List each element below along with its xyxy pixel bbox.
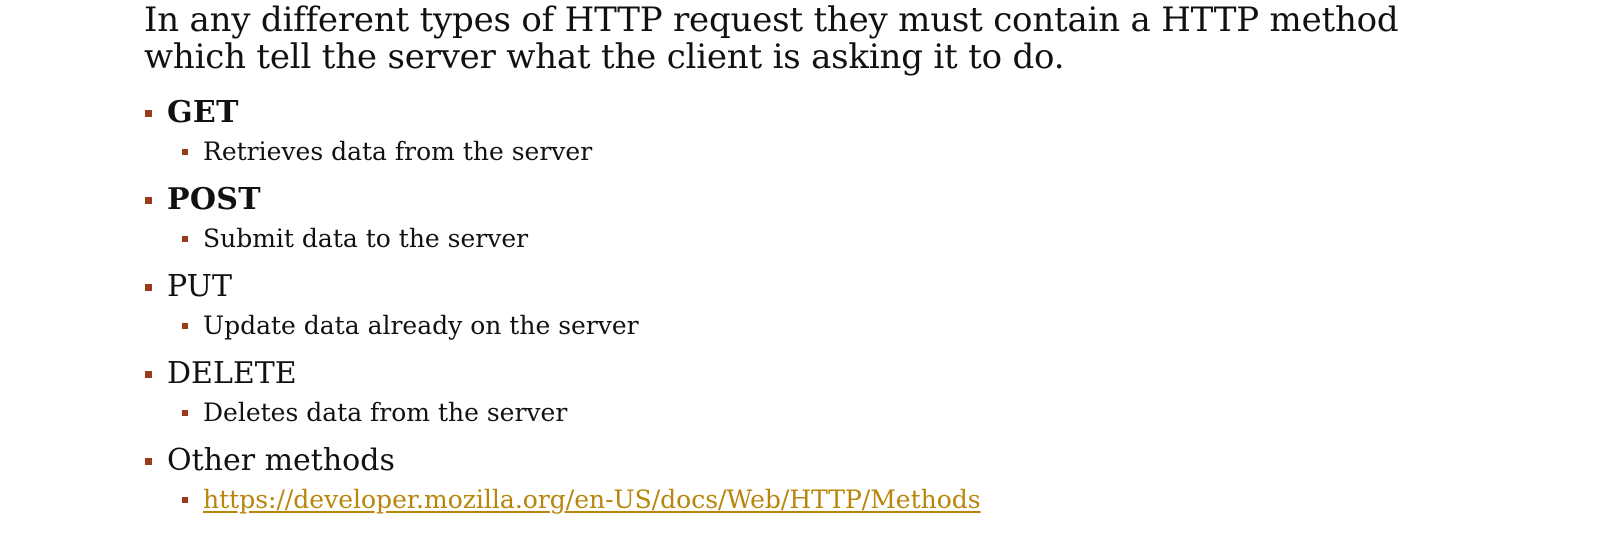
method-heading: GET	[143, 91, 1443, 135]
method-description: Update data already on the server	[143, 309, 1443, 343]
method-heading: PUT	[143, 265, 1443, 309]
method-name: Other methods	[167, 443, 395, 478]
square-bullet-icon	[145, 371, 152, 378]
method-name: GET	[167, 95, 239, 130]
square-bullet-icon	[145, 458, 152, 465]
square-bullet-icon	[182, 323, 188, 329]
mdn-methods-link[interactable]: https://developer.mozilla.org/en-US/docs…	[203, 485, 981, 514]
square-bullet-icon	[145, 284, 152, 291]
method-description: Retrieves data from the server	[143, 135, 1443, 169]
method-post: POST Submit data to the server	[143, 178, 1443, 265]
method-heading: POST	[143, 178, 1443, 222]
method-description-text: Submit data to the server	[203, 224, 529, 253]
square-bullet-icon	[182, 497, 188, 503]
method-description: https://developer.mozilla.org/en-US/docs…	[143, 483, 1443, 517]
method-put: PUT Update data already on the server	[143, 265, 1443, 352]
http-methods-list: GET Retrieves data from the server POST …	[143, 91, 1443, 526]
intro-line-1: In any different types of HTTP request t…	[144, 0, 1399, 40]
intro-text: In any different types of HTTP request t…	[144, 2, 1444, 76]
method-name: POST	[167, 182, 261, 217]
method-description: Deletes data from the server	[143, 396, 1443, 430]
square-bullet-icon	[182, 410, 188, 416]
method-description-text: Deletes data from the server	[203, 398, 568, 427]
method-heading: Other methods	[143, 439, 1443, 483]
method-name: DELETE	[167, 356, 297, 391]
intro-line-2: which tell the server what the client is…	[144, 37, 1065, 77]
square-bullet-icon	[145, 197, 152, 204]
square-bullet-icon	[182, 149, 188, 155]
square-bullet-icon	[145, 110, 152, 117]
method-other: Other methods https://developer.mozilla.…	[143, 439, 1443, 526]
method-name: PUT	[167, 269, 232, 304]
method-delete: DELETE Deletes data from the server	[143, 352, 1443, 439]
method-get: GET Retrieves data from the server	[143, 91, 1443, 178]
method-heading: DELETE	[143, 352, 1443, 396]
square-bullet-icon	[182, 236, 188, 242]
method-description: Submit data to the server	[143, 222, 1443, 256]
slide: In any different types of HTTP request t…	[0, 0, 1609, 539]
method-description-text: Retrieves data from the server	[203, 137, 593, 166]
method-description-text: Update data already on the server	[203, 311, 639, 340]
